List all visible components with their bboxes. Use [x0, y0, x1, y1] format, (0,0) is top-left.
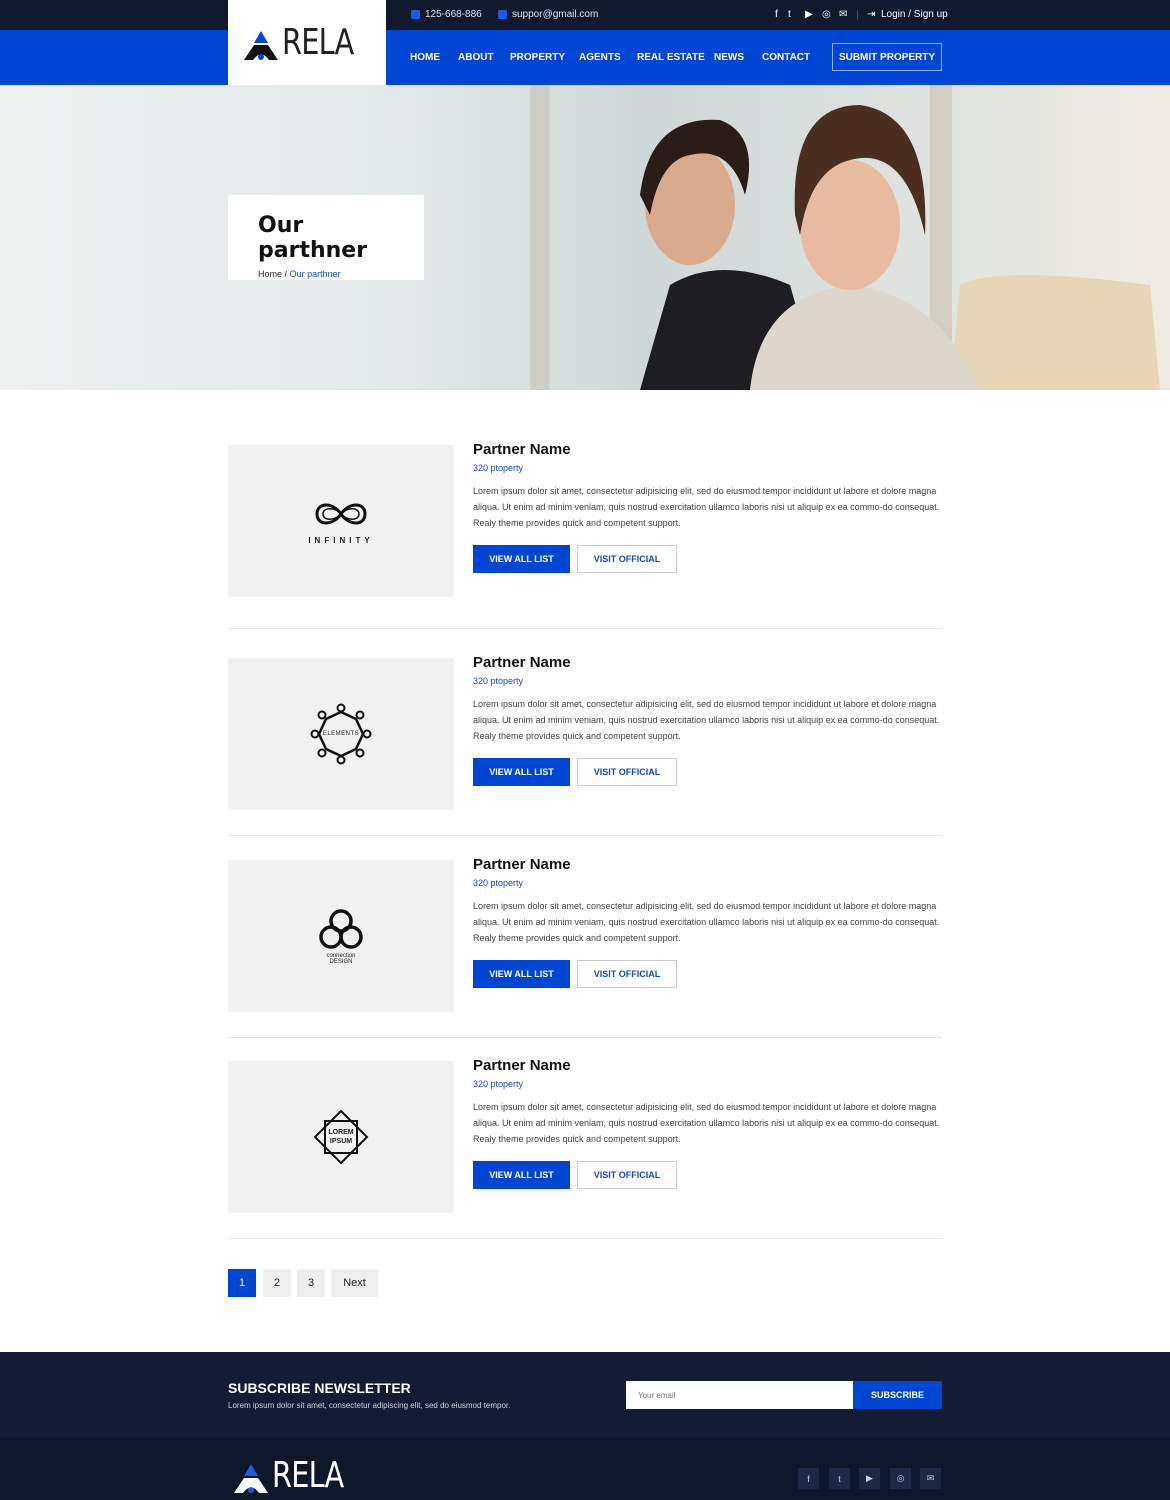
- divider: [228, 1238, 942, 1239]
- divider: [857, 10, 858, 20]
- instagram-icon[interactable]: ◎: [890, 1468, 911, 1489]
- logo-text: RELA: [282, 21, 354, 63]
- subscribe-button[interactable]: SUBSCRIBE: [853, 1381, 942, 1409]
- mail-icon[interactable]: ✉: [839, 9, 847, 20]
- breadcrumb-home[interactable]: Home: [258, 269, 282, 279]
- view-all-list-button[interactable]: VIEW ALL LIST: [473, 758, 570, 786]
- twitter-icon[interactable]: t: [788, 9, 791, 20]
- partner-logo[interactable]: ELEMENTS: [228, 658, 454, 810]
- nav-agents[interactable]: AGENTS: [579, 52, 621, 63]
- visit-official-button[interactable]: VISIT OFFICIAL: [577, 1161, 677, 1189]
- logo-house-icon: [234, 1464, 268, 1493]
- footer: RELA: [0, 1438, 1170, 1500]
- nav-contact[interactable]: CONTACT: [762, 52, 810, 63]
- phone-number: 125-668-886: [425, 9, 482, 20]
- breadcrumb: Home / Our parthner: [258, 269, 394, 279]
- divider: [228, 835, 942, 836]
- property-count: 320 ptoperty: [473, 878, 524, 888]
- newsletter-title: SUBSCRIBE NEWSLETTER: [228, 1380, 411, 1396]
- partner-description: Lorem ipsum dolor sit amet, consectetur …: [473, 901, 940, 943]
- facebook-icon[interactable]: f: [798, 1468, 819, 1489]
- next-page-button[interactable]: Next: [331, 1269, 378, 1297]
- logo-text: connection DESIGN: [326, 952, 356, 965]
- partner-logo[interactable]: INFINITY: [228, 445, 454, 597]
- breadcrumb-separator: /: [284, 269, 288, 279]
- page-3-button[interactable]: 3: [297, 1269, 325, 1297]
- partner-name[interactable]: Partner Name: [473, 1057, 943, 1074]
- partner-name[interactable]: Partner Name: [473, 856, 943, 873]
- mail-icon: [498, 10, 507, 19]
- nav-about[interactable]: ABOUT: [458, 52, 494, 63]
- email-input[interactable]: [626, 1381, 853, 1409]
- nav-news[interactable]: NEWS: [714, 52, 744, 63]
- property-count: 320 ptoperty: [473, 1079, 524, 1089]
- submit-property-button[interactable]: SUBMIT PROPERTY: [832, 43, 942, 71]
- email-info[interactable]: suppor@gmail.com: [498, 9, 598, 20]
- nav-real-estate[interactable]: REAL ESTATE: [637, 52, 705, 63]
- newsletter-text: Lorem ipsum dolor sit amet, consectetur …: [228, 1401, 511, 1410]
- logo-text: ELEMENTS: [322, 731, 360, 737]
- facebook-icon[interactable]: f: [775, 9, 778, 20]
- view-all-list-button[interactable]: VIEW ALL LIST: [473, 960, 570, 988]
- phone-info: 125-668-886: [411, 9, 482, 20]
- page-1-button[interactable]: 1: [228, 1269, 256, 1297]
- logo-text: INFINITY: [308, 535, 374, 545]
- partner-description: Lorem ipsum dolor sit amet, consectetur …: [473, 699, 940, 741]
- breadcrumb-current: Our parthner: [289, 269, 341, 279]
- property-count: 320 ptoperty: [473, 676, 524, 686]
- logo-text: LOREM IPSUM: [328, 1129, 354, 1145]
- main-nav: HOME ABOUT PROPERTY AGENTS REAL ESTATE N…: [0, 30, 1170, 85]
- youtube-icon[interactable]: ▶: [859, 1468, 880, 1489]
- property-count: 320 ptoperty: [473, 463, 524, 473]
- phone-icon: [411, 10, 420, 19]
- partner-description: Lorem ipsum dolor sit amet, consectetur …: [473, 1102, 940, 1144]
- mail-icon[interactable]: ✉: [920, 1468, 941, 1489]
- page-title-box: Our parthner Home / Our parthner: [228, 195, 424, 280]
- logo-text: RELA: [272, 1455, 344, 1496]
- logo[interactable]: RELA: [228, 0, 386, 85]
- page-2-button[interactable]: 2: [263, 1269, 291, 1297]
- partner-logo[interactable]: connection DESIGN: [228, 860, 454, 1012]
- logo-house-icon: [244, 30, 279, 60]
- twitter-icon[interactable]: t: [829, 1468, 850, 1489]
- visit-official-button[interactable]: VISIT OFFICIAL: [577, 960, 677, 988]
- infinity-logo-icon: [315, 503, 367, 524]
- youtube-icon[interactable]: ▶: [805, 9, 813, 20]
- divider: [228, 1037, 942, 1038]
- partner-name[interactable]: Partner Name: [473, 441, 943, 458]
- hero-banner: [0, 85, 1170, 390]
- nav-property[interactable]: PROPERTY: [510, 52, 565, 63]
- partner-logo[interactable]: LOREM IPSUM: [228, 1061, 454, 1213]
- page-title: Our parthner: [258, 213, 368, 263]
- view-all-list-button[interactable]: VIEW ALL LIST: [473, 545, 570, 573]
- login-icon: ⇥: [867, 9, 876, 20]
- nav-home[interactable]: HOME: [410, 52, 440, 63]
- instagram-icon[interactable]: ◎: [822, 9, 831, 20]
- partner-name[interactable]: Partner Name: [473, 654, 943, 671]
- top-bar: 125-668-886 suppor@gmail.com f t ▶ ◎ ✉ ⇥…: [0, 0, 1170, 30]
- connection-logo-icon: [319, 908, 363, 949]
- hero-photo: [530, 85, 1160, 390]
- view-all-list-button[interactable]: VIEW ALL LIST: [473, 1161, 570, 1189]
- newsletter-section: SUBSCRIBE NEWSLETTER Lorem ipsum dolor s…: [0, 1352, 1170, 1438]
- partner-description: Lorem ipsum dolor sit amet, consectetur …: [473, 486, 940, 528]
- divider: [228, 628, 942, 629]
- login-link[interactable]: Login / Sign up: [881, 9, 948, 20]
- visit-official-button[interactable]: VISIT OFFICIAL: [577, 758, 677, 786]
- footer-logo[interactable]: RELA: [232, 1458, 361, 1494]
- email-address[interactable]: suppor@gmail.com: [512, 9, 598, 20]
- visit-official-button[interactable]: VISIT OFFICIAL: [577, 545, 677, 573]
